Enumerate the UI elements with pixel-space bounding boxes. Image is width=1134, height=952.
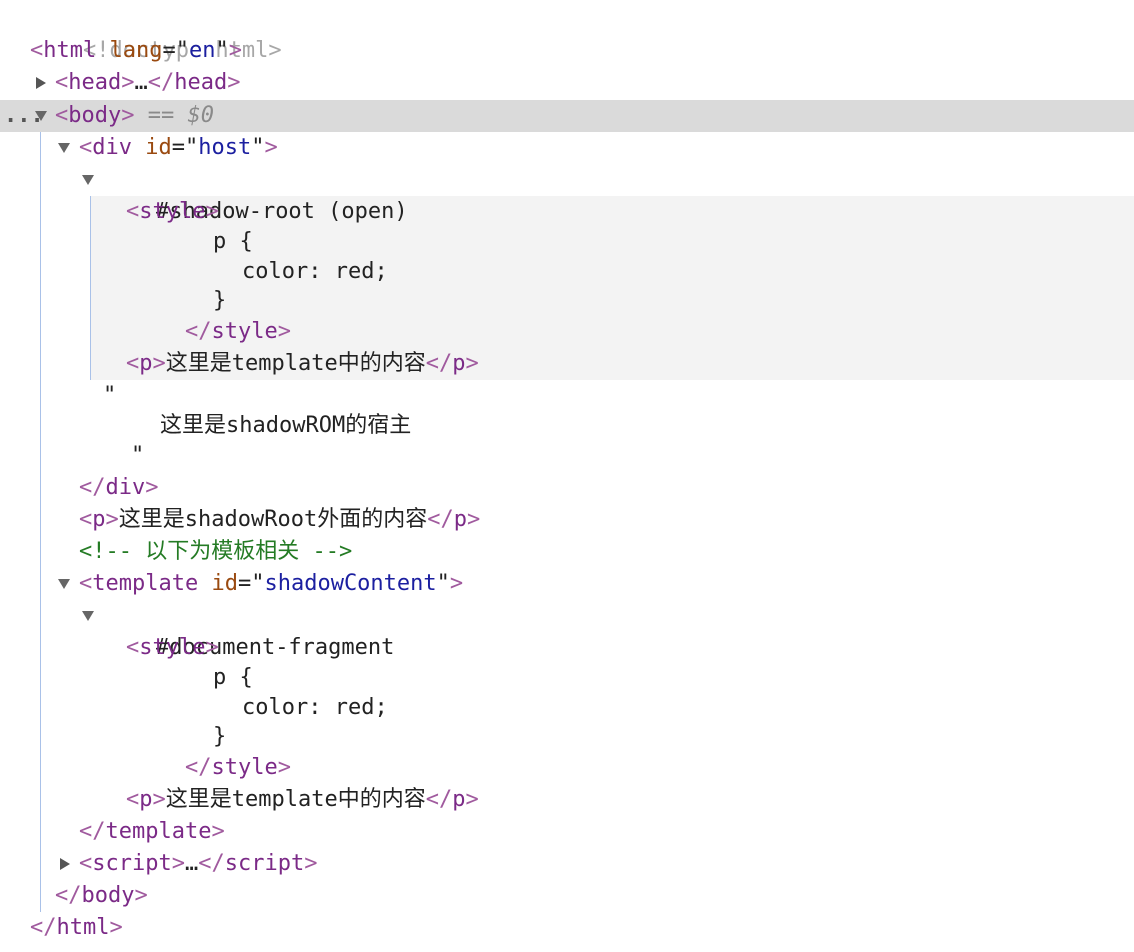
doctype-node[interactable]: <!doctype html> xyxy=(30,3,282,63)
outside-p-node[interactable]: <p>这里是shadowRoot外面的内容</p> xyxy=(79,504,480,536)
html-close-node[interactable]: </html> xyxy=(30,912,123,944)
template-close-node[interactable]: </template> xyxy=(79,816,225,848)
host-text-quote-open: " xyxy=(103,383,117,408)
div-tag-open: div xyxy=(92,135,132,160)
collapse-shadow-root-icon[interactable] xyxy=(82,175,94,185)
collapse-div-icon[interactable] xyxy=(58,143,70,153)
template-style-tag-close: style xyxy=(211,755,278,780)
template-style-node[interactable]: <style> xyxy=(126,632,219,664)
template-p-tag-close: p xyxy=(452,787,466,812)
template-id-value: shadowContent xyxy=(264,571,437,596)
body-node[interactable]: <body> == $0 xyxy=(55,100,214,132)
script-node[interactable]: <script>…</script> xyxy=(79,848,317,880)
template-style-tag-open: style xyxy=(139,635,206,660)
template-css-declaration: color: red; xyxy=(242,695,388,720)
template-css-selector: p { xyxy=(213,665,253,690)
selected-marker: == xyxy=(147,103,188,128)
head-ellipsis: … xyxy=(134,70,148,95)
lang-attr-value: en xyxy=(188,38,216,63)
div-id-value: host xyxy=(198,135,252,160)
shadow-root-node[interactable]: #shadow-root (open) xyxy=(103,164,408,224)
expand-script-icon[interactable] xyxy=(60,858,70,870)
document-fragment-node[interactable]: #document-fragment xyxy=(103,600,394,660)
template-p-tag-open: p xyxy=(139,787,153,812)
host-text: 这里是shadowROM的宿主 xyxy=(160,413,412,438)
script-tag-close: script xyxy=(224,851,305,876)
host-text-node[interactable]: 这里是shadowROM的宿主 xyxy=(160,410,411,442)
shadow-p-tag-open: p xyxy=(139,351,153,376)
template-node[interactable]: <template id="shadowContent"> xyxy=(79,568,463,600)
div-id-attr: id xyxy=(145,135,172,160)
shadow-p-node[interactable]: <p>这里是template中的内容</p> xyxy=(126,348,479,380)
html-tag-name: html xyxy=(43,38,97,63)
template-p-node[interactable]: <p>这里是template中的内容</p> xyxy=(126,784,479,816)
collapse-fragment-icon[interactable] xyxy=(82,611,94,621)
head-tag-open: head xyxy=(68,70,122,95)
template-tag-close: template xyxy=(105,819,212,844)
shadow-css-declaration: color: red; xyxy=(242,259,388,284)
script-ellipsis: … xyxy=(184,851,199,876)
div-host-node[interactable]: <div id="host"> xyxy=(79,132,278,164)
template-p-text: 这里是template中的内容 xyxy=(165,787,426,812)
script-tag-open: script xyxy=(92,851,172,876)
head-node[interactable]: <head>…</head> xyxy=(55,67,240,99)
div-tag-close: div xyxy=(105,475,146,500)
body-indent-guide xyxy=(40,132,41,912)
head-tag-close: head xyxy=(174,70,228,95)
outside-p-tag-open: p xyxy=(92,507,106,532)
shadow-p-text: 这里是template中的内容 xyxy=(165,351,426,376)
collapse-body-icon[interactable] xyxy=(35,111,47,121)
body-tag-open: body xyxy=(68,103,122,128)
expand-head-icon[interactable] xyxy=(36,77,46,89)
html-tag-close: html xyxy=(56,915,110,940)
outside-p-text: 这里是shadowRoot外面的内容 xyxy=(118,507,428,532)
outside-p-tag-close: p xyxy=(453,507,467,532)
comment-text: <!-- 以下为模板相关 --> xyxy=(79,539,353,564)
div-close-node[interactable]: </div> xyxy=(79,472,159,504)
template-style-close-node[interactable]: </style> xyxy=(185,752,291,784)
host-text-quote-close: " xyxy=(131,443,145,468)
lang-attr-name: lang xyxy=(109,38,163,63)
shadow-css-close: } xyxy=(213,288,227,313)
html-node[interactable]: <html lang="en"> xyxy=(30,35,242,67)
shadow-css-selector: p { xyxy=(213,229,253,254)
body-tag-close: body xyxy=(81,883,135,908)
shadow-style-tag-close: style xyxy=(211,319,278,344)
shadow-style-close-node[interactable]: </style> xyxy=(185,316,291,348)
comment-node[interactable]: <!-- 以下为模板相关 --> xyxy=(79,536,352,568)
template-css-close: } xyxy=(213,724,227,749)
body-close-node[interactable]: </body> xyxy=(55,880,148,912)
template-tag-open: template xyxy=(92,571,199,596)
selected-var: $0 xyxy=(187,103,214,128)
collapse-template-icon[interactable] xyxy=(58,579,70,589)
elements-tree: <!doctype html> <html lang="en"> <head>…… xyxy=(0,0,1134,952)
shadow-style-node[interactable]: <style> xyxy=(126,196,219,228)
shadow-root-indent-guide xyxy=(90,196,91,380)
shadow-style-tag-open: style xyxy=(139,199,206,224)
shadow-p-tag-close: p xyxy=(452,351,466,376)
template-id-attr: id xyxy=(211,571,238,596)
